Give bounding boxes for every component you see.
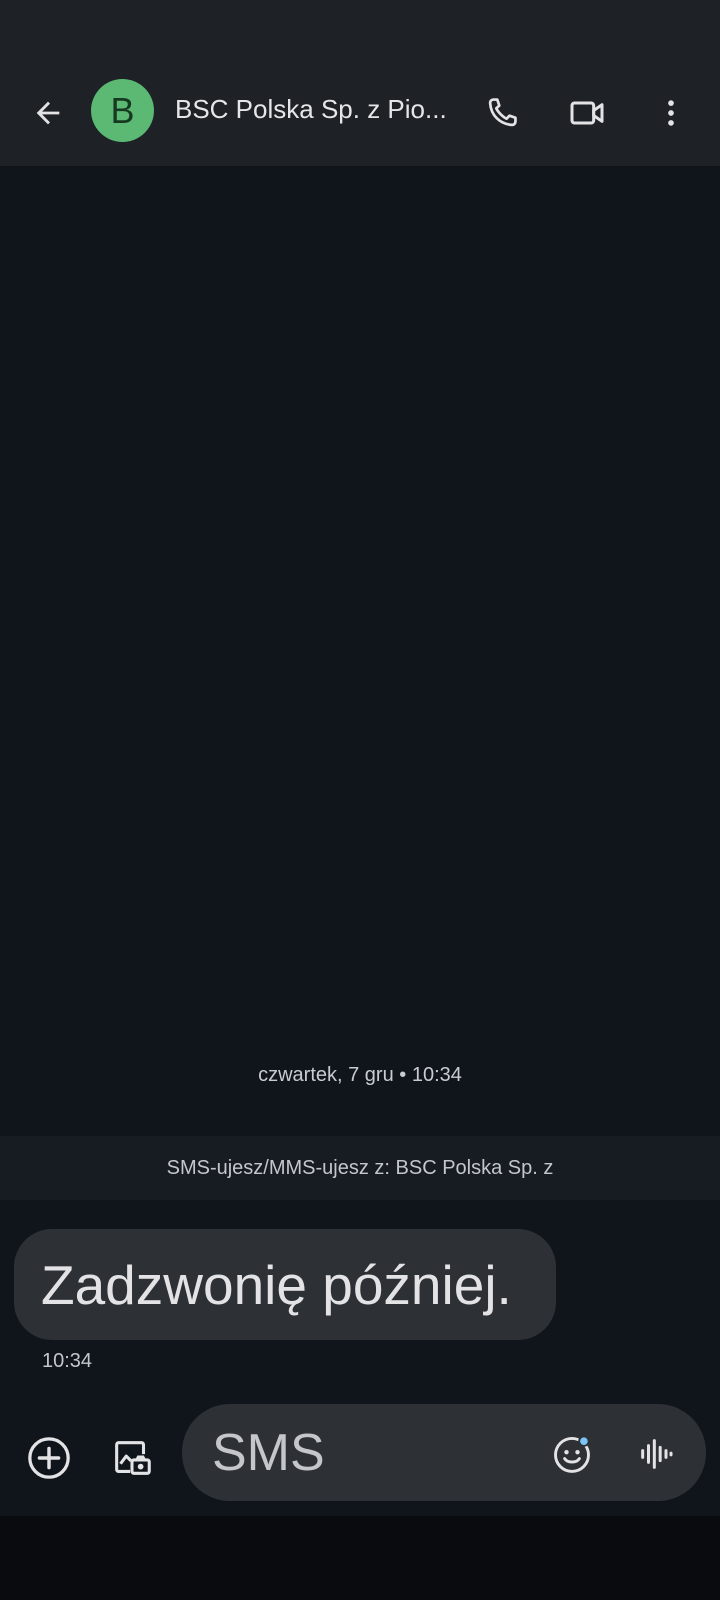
emoji-icon: [554, 1435, 590, 1473]
emoji-button[interactable]: [544, 1426, 600, 1482]
message-input[interactable]: [210, 1422, 514, 1484]
add-circle-icon: [28, 1437, 70, 1479]
videocam-icon: [570, 101, 604, 125]
message-bubble[interactable]: Zadzwonię później.: [14, 1229, 556, 1340]
gallery-camera-icon: [115, 1441, 151, 1475]
back-button[interactable]: [20, 85, 76, 141]
date-separator: czwartek, 7 gru • 10:34: [258, 1064, 462, 1086]
sms-sender-banner-text: SMS-ujesz/MMS-ujesz z: BSC Polska Sp. z: [166, 1156, 554, 1179]
phone-icon: [488, 98, 517, 127]
sms-sender-banner: SMS-ujesz/MMS-ujesz z: BSC Polska Sp. z: [0, 1136, 720, 1200]
system-navigation-bar: [0, 1516, 720, 1600]
avatar[interactable]: B: [91, 79, 154, 142]
voice-waveform-icon: [641, 1439, 673, 1469]
contact-name[interactable]: BSC Polska Sp. z Pio...: [175, 94, 445, 125]
add-attachment-button[interactable]: [21, 1430, 77, 1486]
conversation-area[interactable]: [0, 166, 720, 1404]
arrow-back-icon: [36, 101, 60, 125]
compose-field[interactable]: [182, 1404, 706, 1501]
message-text: Zadzwonię później.: [41, 1253, 512, 1316]
status-bar: [0, 0, 720, 60]
compose-area: [0, 1404, 720, 1516]
more-vert-icon: [668, 100, 674, 126]
message-timestamp: 10:34: [42, 1350, 93, 1372]
app-bar: B BSC Polska Sp. z Pio...: [0, 60, 720, 166]
voice-message-button[interactable]: [628, 1426, 684, 1482]
avatar-letter: B: [110, 89, 135, 131]
more-options-button[interactable]: [643, 85, 699, 141]
gallery-button[interactable]: [104, 1430, 160, 1486]
video-call-button[interactable]: [559, 85, 615, 141]
call-button[interactable]: [474, 85, 530, 141]
